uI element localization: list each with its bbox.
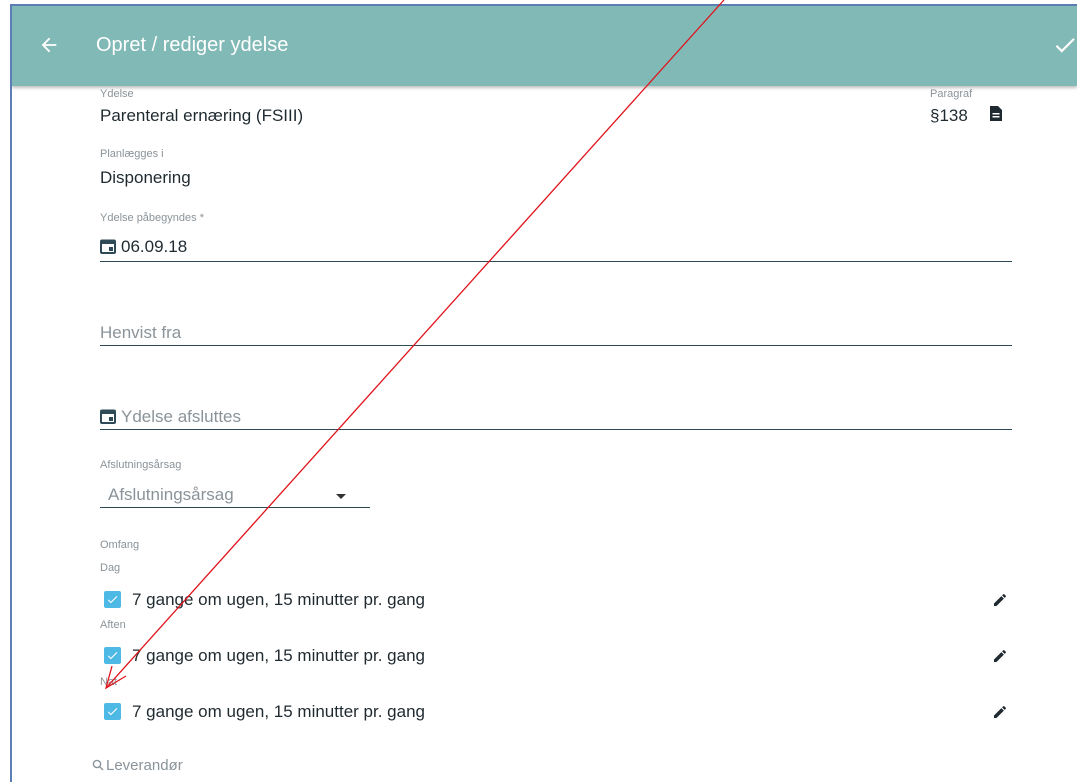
dropdown-arrow-icon[interactable] bbox=[336, 494, 346, 499]
end-date-placeholder: Ydelse afsluttes bbox=[121, 407, 242, 426]
back-arrow-icon[interactable] bbox=[38, 34, 60, 56]
pencil-icon[interactable] bbox=[992, 704, 1008, 720]
start-date-field[interactable]: 06.09.18 bbox=[100, 237, 187, 257]
pencil-icon[interactable] bbox=[992, 592, 1008, 608]
henvist-fra-underline bbox=[100, 345, 1012, 346]
pencil-icon[interactable] bbox=[992, 648, 1008, 664]
afslutningsaarsag-label: Afslutningsårsag bbox=[100, 459, 182, 471]
app-toolbar: Opret / rediger ydelse bbox=[12, 6, 1077, 86]
ydelse-label: Ydelse bbox=[100, 88, 134, 100]
omfang-item-text: 7 gange om ugen, 15 minutter pr. gang bbox=[132, 646, 425, 665]
paragraf-label: Paragraf bbox=[930, 88, 973, 100]
afslutningsaarsag-underline bbox=[100, 507, 370, 508]
omfang-period-label: Dag bbox=[100, 562, 121, 574]
ydelse-value: Parenteral ernæring (FSIII) bbox=[100, 106, 304, 125]
start-date-value: 06.09.18 bbox=[121, 237, 188, 256]
afslutningsaarsag-select[interactable]: Afslutningsårsag bbox=[108, 485, 234, 505]
calendar-icon bbox=[100, 239, 116, 254]
omfang-item-text: 7 gange om ugen, 15 minutter pr. gang bbox=[132, 590, 425, 609]
app-frame: Opret / rediger ydelse Ydelse Parenteral… bbox=[10, 4, 1077, 782]
omfang-period-label: Nat bbox=[100, 676, 118, 688]
start-date-label: Ydelse påbegyndes * bbox=[100, 212, 204, 224]
checkbox-checked-icon[interactable] bbox=[104, 591, 121, 608]
search-icon bbox=[92, 759, 104, 771]
end-date-underline bbox=[100, 429, 1012, 430]
planlaegges-value: Disponering bbox=[100, 168, 191, 187]
document-icon[interactable] bbox=[990, 106, 1002, 121]
paragraf-value: §138 bbox=[930, 106, 968, 125]
checkbox-checked-icon[interactable] bbox=[104, 703, 121, 720]
henvist-fra-input[interactable]: Henvist fra bbox=[100, 323, 181, 343]
page-title: Opret / rediger ydelse bbox=[96, 34, 289, 56]
end-date-field[interactable]: Ydelse afsluttes bbox=[100, 407, 241, 427]
omfang-label: Omfang bbox=[100, 539, 140, 551]
check-icon[interactable] bbox=[1052, 32, 1077, 58]
omfang-item-text: 7 gange om ugen, 15 minutter pr. gang bbox=[132, 702, 425, 721]
calendar-icon bbox=[100, 409, 116, 424]
omfang-period-label: Aften bbox=[100, 619, 126, 631]
start-date-underline bbox=[100, 261, 1012, 262]
leverandor-input[interactable]: Leverandør bbox=[106, 757, 183, 774]
planlaegges-label: Planlægges i bbox=[100, 148, 164, 160]
checkbox-checked-icon[interactable] bbox=[104, 647, 121, 664]
